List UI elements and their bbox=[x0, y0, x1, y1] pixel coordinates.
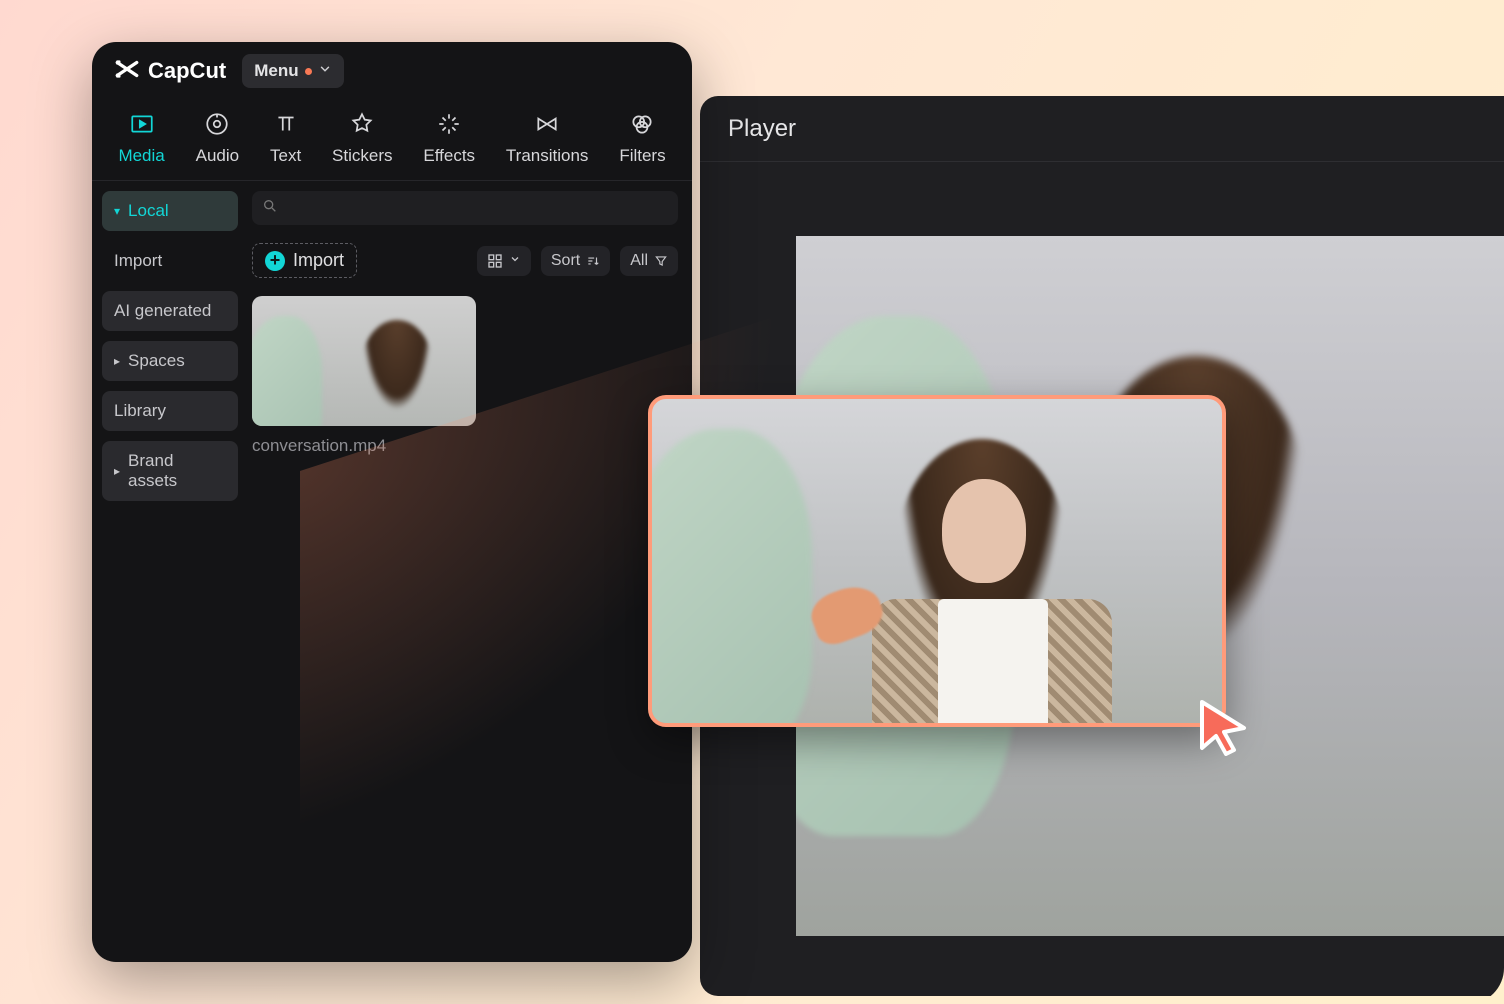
sidebar-item-spaces[interactable]: ▸ Spaces bbox=[102, 341, 238, 381]
caret-right-icon: ▸ bbox=[114, 354, 120, 368]
player-title: Player bbox=[728, 115, 796, 143]
text-icon bbox=[272, 110, 300, 138]
app-name: CapCut bbox=[148, 58, 226, 84]
canvas-background: Player CapCut Menu bbox=[0, 0, 1504, 1004]
tab-transitions[interactable]: Transitions bbox=[491, 108, 602, 168]
tab-audio[interactable]: Audio bbox=[181, 108, 253, 168]
sidebar-item-label: Library bbox=[114, 401, 166, 421]
search-field[interactable] bbox=[284, 201, 668, 216]
sticker-icon bbox=[348, 110, 376, 138]
clip-item[interactable]: conversation.mp4 bbox=[252, 296, 678, 456]
tab-label: Audio bbox=[196, 146, 239, 166]
logo-icon bbox=[114, 56, 140, 87]
filters-icon bbox=[628, 110, 656, 138]
drag-preview[interactable] bbox=[648, 395, 1226, 727]
import-button-label: Import bbox=[293, 250, 344, 271]
chevron-down-icon bbox=[509, 252, 521, 270]
sort-button-label: Sort bbox=[551, 252, 580, 270]
sidebar-item-ai-generated[interactable]: AI generated bbox=[102, 291, 238, 331]
sidebar-item-local[interactable]: ▾ Local bbox=[102, 191, 238, 231]
caret-down-icon: ▾ bbox=[114, 204, 120, 218]
chevron-down-icon bbox=[318, 61, 332, 81]
filter-button-label: All bbox=[630, 252, 648, 270]
player-header: Player bbox=[700, 96, 1504, 162]
tab-label: Transitions bbox=[506, 146, 589, 166]
tab-text[interactable]: Text bbox=[256, 108, 316, 168]
sidebar-item-brand-assets[interactable]: ▸ Brand assets bbox=[102, 441, 238, 501]
search-icon bbox=[262, 198, 278, 219]
tab-filters[interactable]: Filters bbox=[605, 108, 680, 168]
import-button[interactable]: + Import bbox=[252, 243, 357, 278]
tab-media[interactable]: Media bbox=[104, 108, 179, 168]
audio-icon bbox=[203, 110, 231, 138]
notification-dot-icon bbox=[305, 68, 312, 75]
menu-button-label: Menu bbox=[254, 61, 298, 81]
tab-effects[interactable]: Effects bbox=[409, 108, 490, 168]
tab-stickers[interactable]: Stickers bbox=[318, 108, 407, 168]
effects-icon bbox=[435, 110, 463, 138]
tab-label: Media bbox=[118, 146, 164, 166]
sidebar-item-import[interactable]: Import bbox=[102, 241, 238, 281]
tab-label: Text bbox=[270, 146, 301, 166]
sidebar: ▾ Local Import AI generated ▸ Spaces Lib… bbox=[92, 181, 248, 962]
tab-label: Filters bbox=[619, 146, 665, 166]
tab-label: Stickers bbox=[332, 146, 392, 166]
sort-button[interactable]: Sort bbox=[541, 246, 610, 276]
filter-button[interactable]: All bbox=[620, 246, 678, 276]
menu-button[interactable]: Menu bbox=[242, 54, 343, 88]
transitions-icon bbox=[533, 110, 561, 138]
tool-tab-row: Media Audio Text Stickers bbox=[92, 100, 692, 181]
sidebar-item-label: AI generated bbox=[114, 301, 211, 321]
sidebar-item-label: Local bbox=[128, 201, 169, 221]
layout-toggle[interactable] bbox=[477, 246, 531, 276]
caret-right-icon: ▸ bbox=[114, 464, 120, 478]
clip-filename: conversation.mp4 bbox=[252, 436, 678, 456]
cursor-icon bbox=[1196, 698, 1250, 756]
search-input[interactable] bbox=[252, 191, 678, 225]
tab-label: Effects bbox=[423, 146, 475, 166]
clip-thumbnail[interactable] bbox=[252, 296, 476, 426]
editor-window: CapCut Menu Media Audio bbox=[92, 42, 692, 962]
sidebar-item-label: Brand assets bbox=[128, 451, 226, 491]
title-bar: CapCut Menu bbox=[92, 42, 692, 100]
sidebar-item-label: Spaces bbox=[128, 351, 185, 371]
media-gallery: + Import Sort All bbox=[248, 181, 692, 962]
media-icon bbox=[128, 110, 156, 138]
sidebar-item-label: Import bbox=[114, 251, 162, 271]
sidebar-item-library[interactable]: Library bbox=[102, 391, 238, 431]
app-logo: CapCut bbox=[114, 56, 226, 87]
plus-icon: + bbox=[265, 251, 285, 271]
